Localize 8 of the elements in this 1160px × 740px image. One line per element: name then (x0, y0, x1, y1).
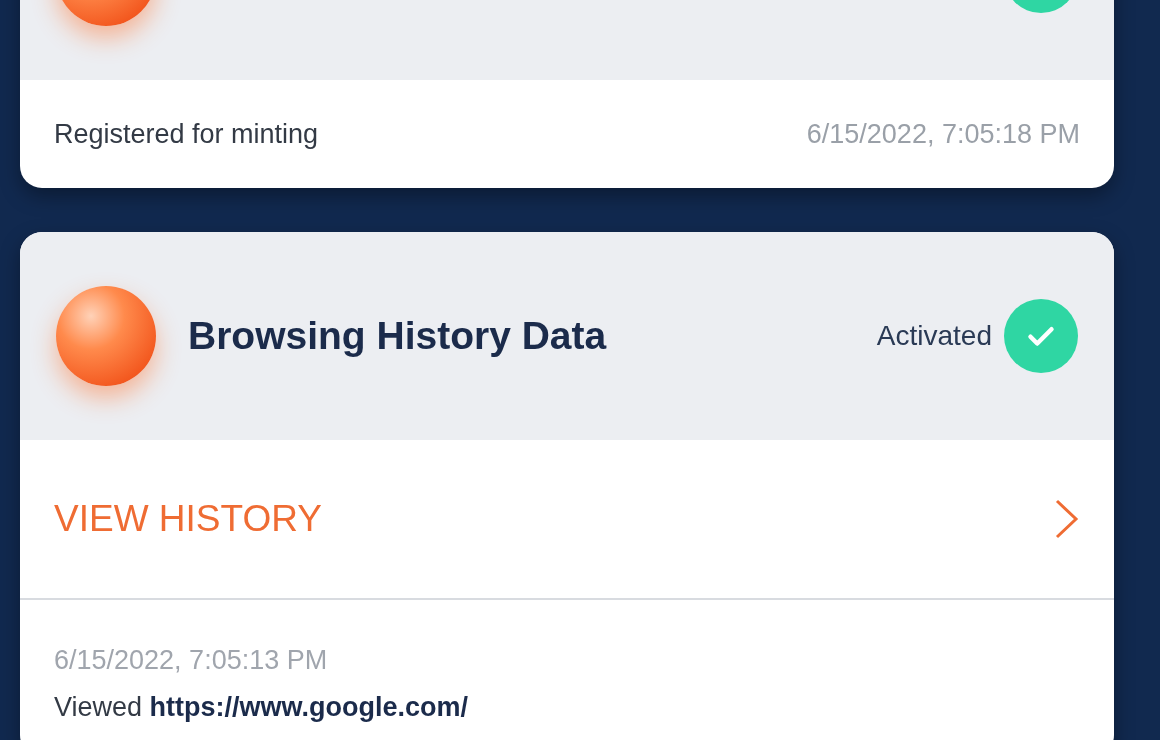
history-time: 6/15/2022, 7:05:13 PM (54, 644, 329, 677)
chevron-right-icon (1054, 498, 1080, 540)
history-entry: Viewed https://www.google.com/ (54, 690, 470, 724)
footer-time: 6/15/2022, 7:05:18 PM (806, 117, 1080, 151)
footer-note: Registered for minting (54, 117, 319, 151)
status-label: Activated (876, 319, 992, 353)
card-title: Browsing History Data (188, 312, 608, 359)
view-history-link[interactable]: VIEW HISTORY (20, 440, 1114, 600)
